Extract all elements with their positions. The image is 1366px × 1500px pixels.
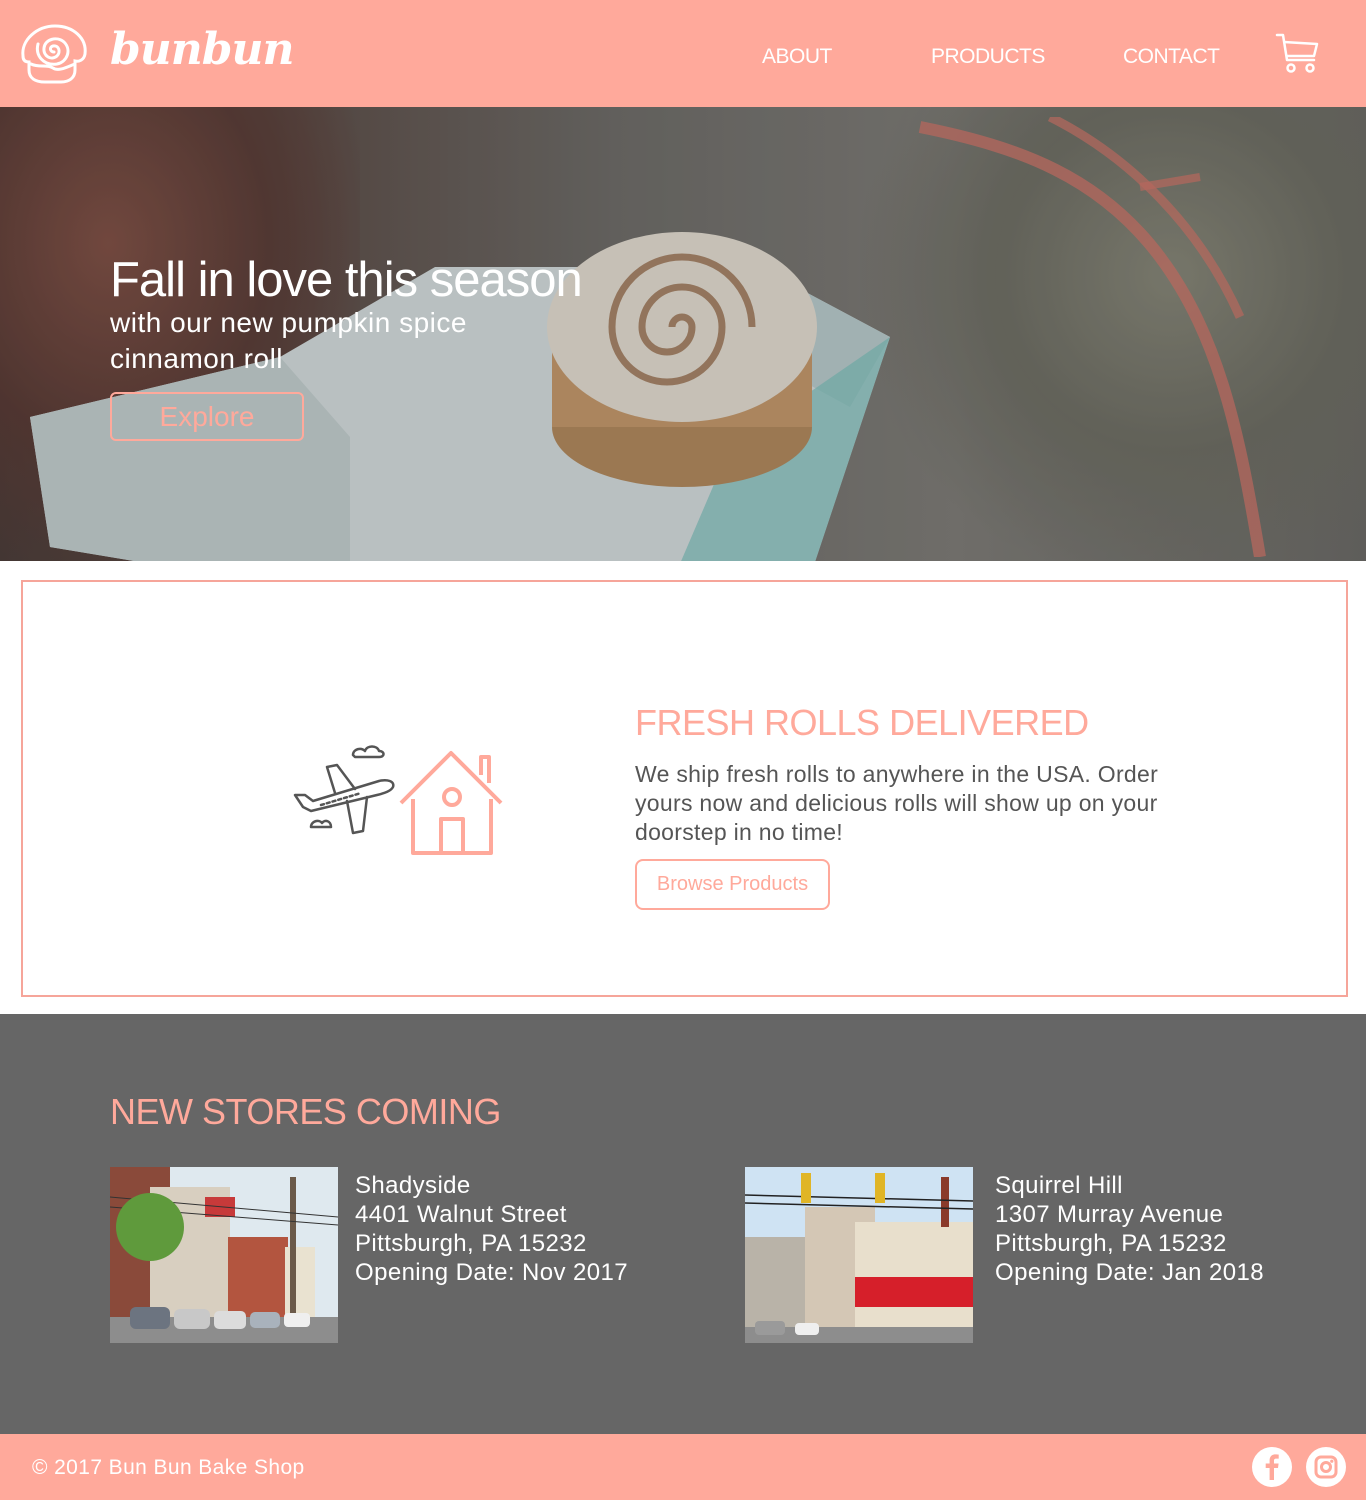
store-info-shadyside: Shadyside 4401 Walnut Street Pittsburgh,… <box>355 1171 628 1287</box>
hero-subtitle: with our new pumpkin spice cinnamon roll <box>110 307 467 374</box>
cinnamon-roll-icon[interactable] <box>17 20 91 86</box>
new-stores-section: NEW STORES COMING Shadyside 4401 Walnut … <box>0 1014 1366 1434</box>
delivery-title: FRESH ROLLS DELIVERED <box>635 702 1089 743</box>
hero-title: Fall in love this season <box>110 253 583 307</box>
store-city: Pittsburgh, PA 15232 <box>355 1230 587 1257</box>
instagram-glyph <box>1314 1455 1338 1479</box>
store-street: 1307 Murray Avenue <box>995 1201 1224 1228</box>
facebook-icon[interactable] <box>1252 1447 1292 1487</box>
brand-logo-text[interactable]: bunbun <box>110 24 294 75</box>
stores-title: NEW STORES COMING <box>110 1091 501 1132</box>
store-opening-date: Opening Date: Jan 2018 <box>995 1259 1264 1286</box>
explore-button[interactable]: Explore <box>110 392 304 441</box>
delivery-description: We ship fresh rolls to anywhere in the U… <box>635 761 1159 845</box>
store-photo-shadyside <box>110 1167 338 1343</box>
site-footer: © 2017 Bun Bun Bake Shop <box>0 1434 1366 1500</box>
facebook-glyph <box>1265 1454 1279 1480</box>
store-city: Pittsburgh, PA 15232 <box>995 1230 1227 1257</box>
store-info-squirrel-hill: Squirrel Hill 1307 Murray Avenue Pittsbu… <box>995 1171 1264 1287</box>
store-name: Squirrel Hill <box>995 1172 1123 1199</box>
copyright-text: © 2017 Bun Bun Bake Shop <box>32 1456 305 1479</box>
hero-banner: Fall in love this season with our new pu… <box>0 107 1366 561</box>
delivery-section: FRESH ROLLS DELIVERED We ship fresh roll… <box>21 580 1348 997</box>
nav-contact[interactable]: CONTACT <box>1123 45 1220 69</box>
street-photo-graphic <box>110 1167 338 1343</box>
shopping-cart-icon[interactable] <box>1274 32 1320 74</box>
store-street: 4401 Walnut Street <box>355 1201 567 1228</box>
nav-products[interactable]: PRODUCTS <box>931 45 1045 69</box>
street-photo-graphic <box>745 1167 973 1343</box>
site-header: bunbun ABOUT PRODUCTS CONTACT <box>0 0 1366 107</box>
store-name: Shadyside <box>355 1172 471 1199</box>
plane-to-house-icon <box>293 745 503 855</box>
nav-about[interactable]: ABOUT <box>762 45 832 69</box>
instagram-icon[interactable] <box>1306 1447 1346 1487</box>
store-opening-date: Opening Date: Nov 2017 <box>355 1259 628 1286</box>
store-photo-squirrel-hill <box>745 1167 973 1343</box>
browse-products-button[interactable]: Browse Products <box>635 859 830 910</box>
